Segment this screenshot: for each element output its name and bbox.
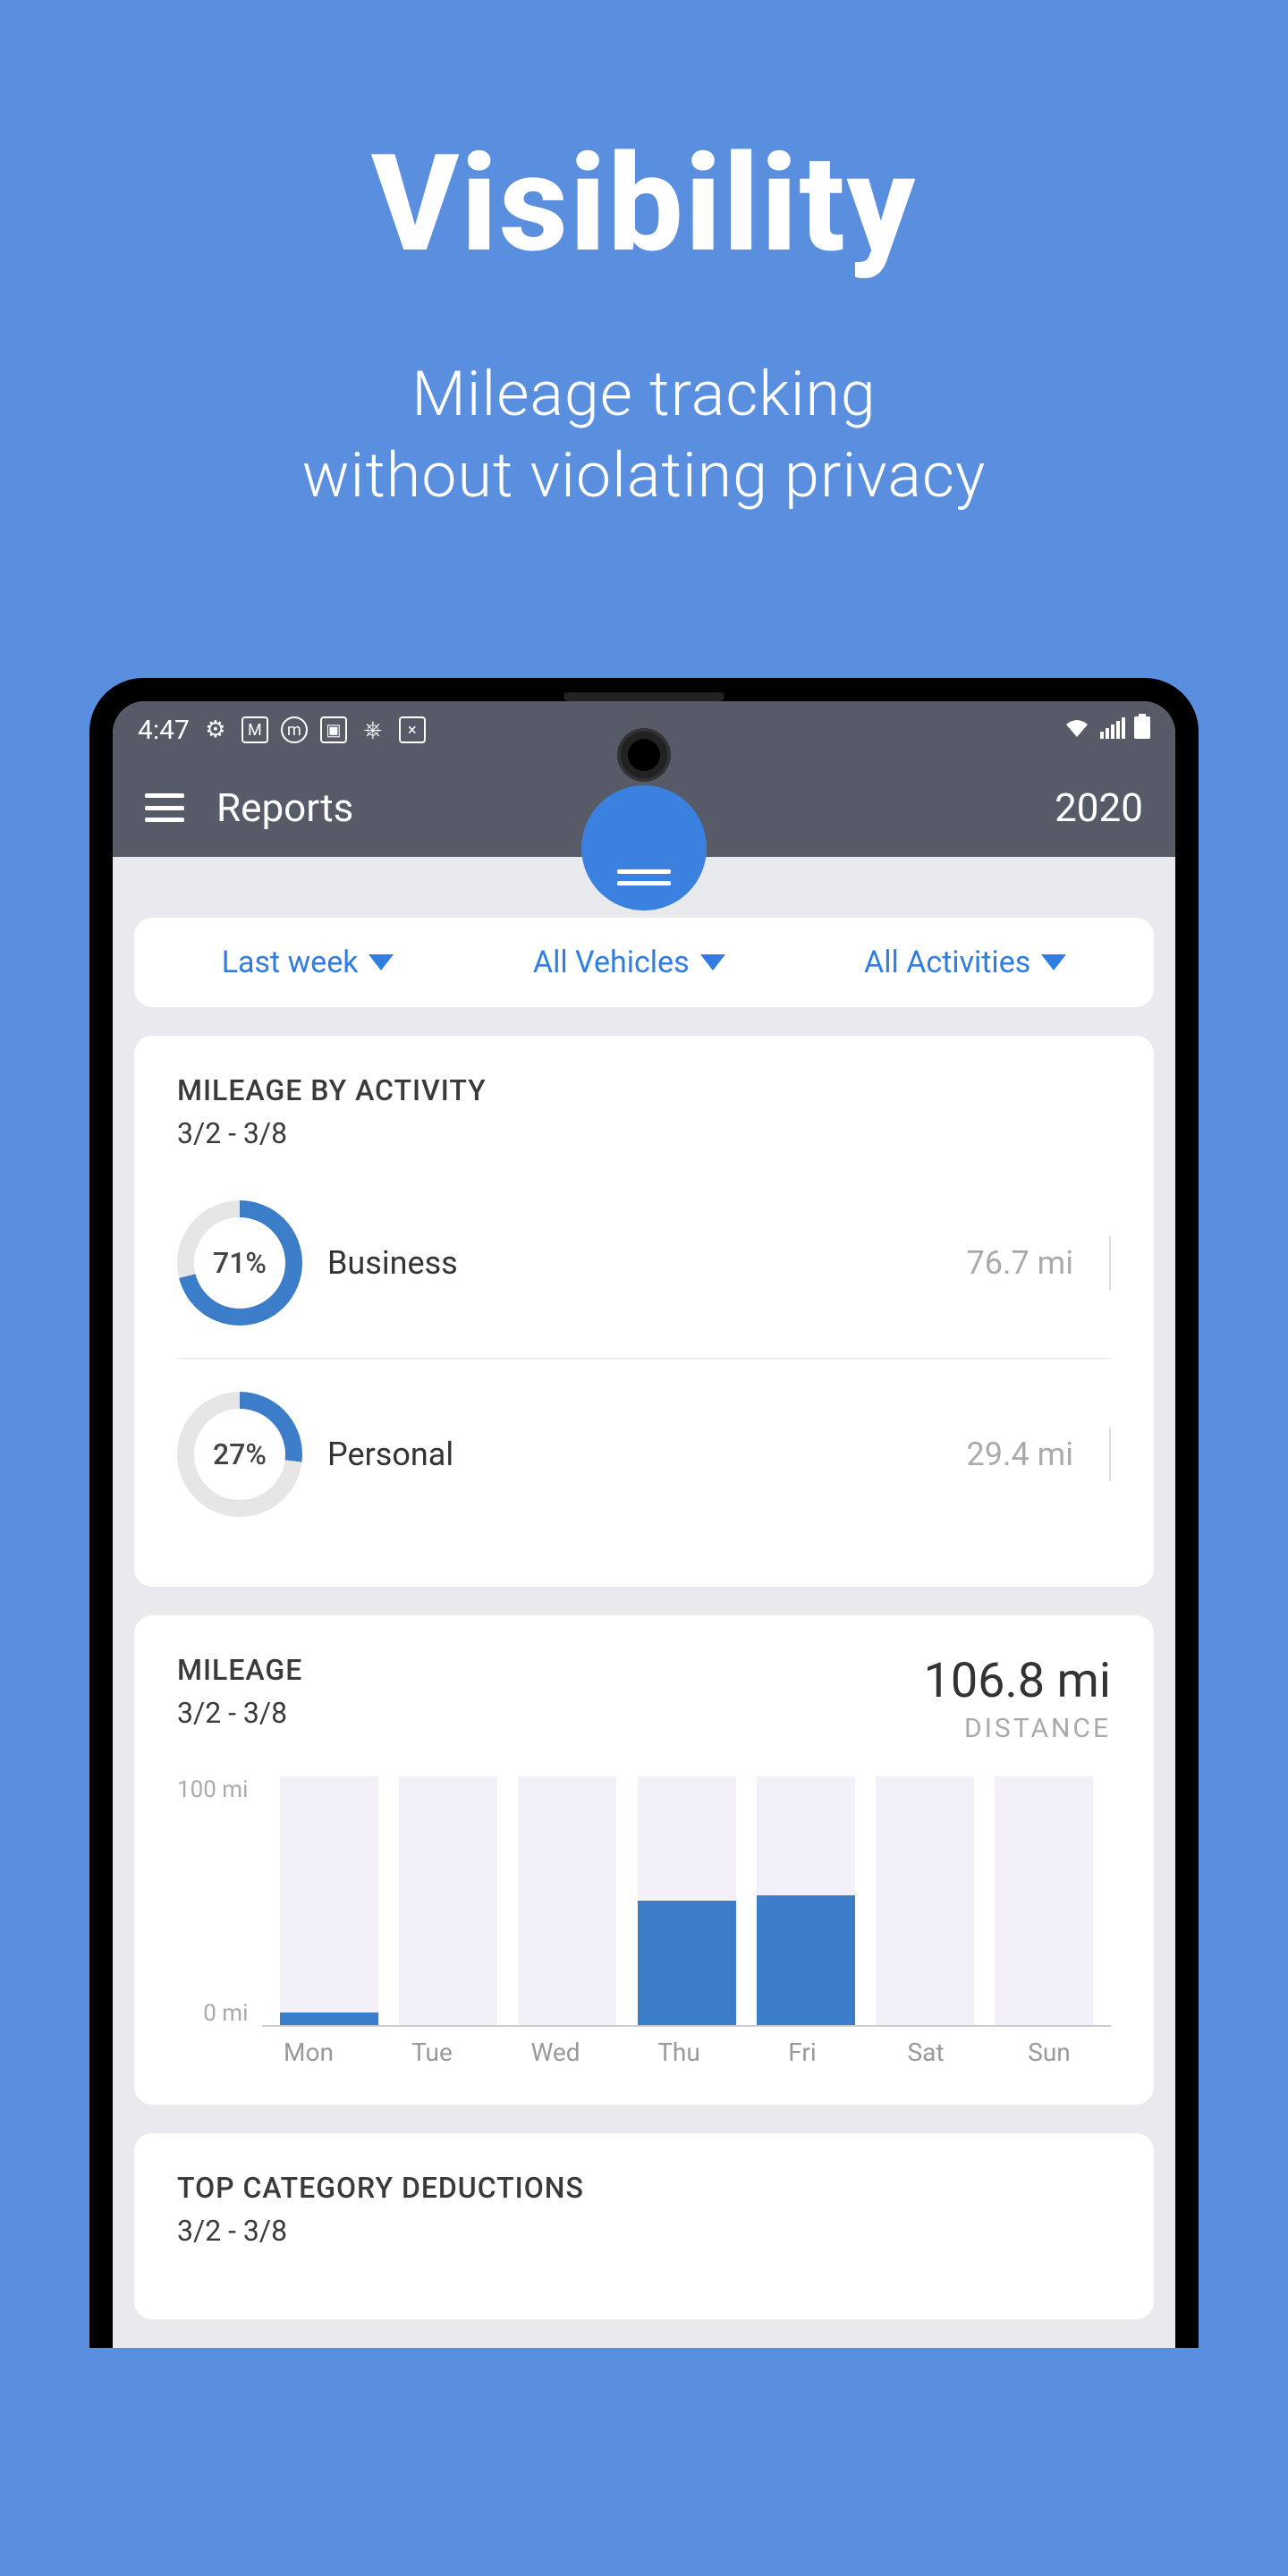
mileage-card: MILEAGE 3/2 - 3/8 106.8 mi DISTANCE 100 …	[134, 1615, 1154, 2105]
app-m-icon: m	[281, 716, 308, 743]
activity-label: Business	[327, 1244, 524, 1282]
bar-column	[518, 1776, 616, 2025]
filter-period-label: Last week	[222, 945, 359, 980]
bar-column	[995, 1776, 1093, 2025]
filter-bar: Last week All Vehicles All Activities	[134, 918, 1154, 1007]
x-axis-label: Tue	[376, 2038, 488, 2067]
bar-column	[638, 1776, 736, 2025]
hero-title: Visibility	[371, 125, 917, 283]
deductions-card-title: TOP CATEGORY DEDUCTIONS	[177, 2171, 1111, 2205]
y-axis-top: 100 mi	[177, 1776, 248, 1803]
close-notif-icon: ×	[399, 716, 426, 743]
hero-subtitle: Mileage tracking without violating priva…	[302, 354, 987, 517]
x-axis-label: Sat	[869, 2038, 982, 2067]
activity-label: Personal	[327, 1436, 524, 1473]
activity-row[interactable]: 71% Business 76.7 mi	[177, 1168, 1111, 1358]
chevron-down-icon	[369, 954, 394, 970]
mileage-distance-label: DISTANCE	[923, 1713, 1111, 1744]
mileage-bar-chart: 100 mi 0 mi	[177, 1776, 1111, 2027]
camera-lens	[621, 732, 667, 778]
deductions-card-daterange: 3/2 - 3/8	[177, 2214, 1111, 2248]
filter-vehicles-label: All Vehicles	[533, 945, 690, 980]
mileage-total: 106.8 mi	[923, 1653, 1111, 1709]
location-icon: ⎈	[360, 716, 386, 743]
mileage-card-daterange: 3/2 - 3/8	[177, 1696, 302, 1730]
year-selector[interactable]: 2020	[1055, 784, 1143, 831]
signal-icon	[1100, 715, 1125, 746]
donut-chart: 27%	[177, 1392, 302, 1517]
menu-icon[interactable]	[145, 793, 184, 822]
activity-miles: 29.4 mi	[967, 1436, 1073, 1473]
bar-column	[280, 1776, 378, 2025]
pull-handle[interactable]	[581, 785, 707, 911]
y-axis-bottom: 0 mi	[203, 2000, 248, 2027]
x-axis-label: Fri	[746, 2038, 859, 2067]
deductions-card: TOP CATEGORY DEDUCTIONS 3/2 - 3/8	[134, 2133, 1154, 2319]
wifi-icon	[1063, 715, 1091, 746]
filter-period[interactable]: Last week	[222, 945, 394, 980]
mileage-card-title: MILEAGE	[177, 1653, 302, 1687]
phone-speaker	[564, 692, 724, 701]
activity-miles: 76.7 mi	[967, 1244, 1073, 1282]
chevron-down-icon	[1041, 954, 1066, 970]
x-axis-label: Sun	[993, 2038, 1106, 2067]
divider	[1109, 1428, 1111, 1481]
activity-card-daterange: 3/2 - 3/8	[177, 1116, 1111, 1150]
chevron-down-icon	[700, 954, 725, 970]
x-axis-label: Mon	[252, 2038, 365, 2067]
activity-row[interactable]: 27% Personal 29.4 mi	[177, 1358, 1111, 1549]
x-axis-label: Wed	[499, 2038, 612, 2067]
activity-card: MILEAGE BY ACTIVITY 3/2 - 3/8 71% Busines…	[134, 1036, 1154, 1587]
mail-icon: M	[242, 716, 268, 743]
bar-column	[876, 1776, 974, 2025]
status-time: 4:47	[138, 715, 190, 746]
divider	[1109, 1236, 1111, 1290]
app-title: Reports	[216, 784, 353, 831]
bar-column	[399, 1776, 497, 2025]
bar-column	[757, 1776, 855, 2025]
gear-icon: ⚙	[202, 716, 229, 743]
activity-card-title: MILEAGE BY ACTIVITY	[177, 1073, 1111, 1107]
phone-frame: 4:47 ⚙ M m ▣ ⎈ ×	[89, 678, 1199, 2348]
filter-activities[interactable]: All Activities	[864, 945, 1066, 980]
filter-vehicles[interactable]: All Vehicles	[533, 945, 725, 980]
x-axis-label: Thu	[623, 2038, 735, 2067]
donut-chart: 71%	[177, 1200, 302, 1326]
image-icon: ▣	[320, 716, 347, 743]
battery-icon	[1134, 714, 1150, 746]
filter-activities-label: All Activities	[864, 945, 1030, 980]
